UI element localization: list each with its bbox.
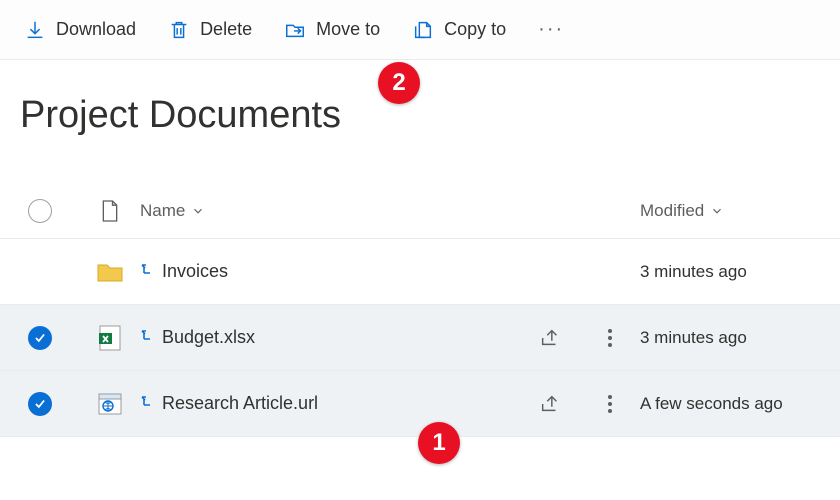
delete-button[interactable]: Delete: [154, 13, 266, 47]
modified-value: 3 minutes ago: [640, 328, 840, 348]
new-indicator-icon: [140, 393, 156, 414]
file-name-text: Research Article.url: [162, 393, 318, 414]
name-column-header[interactable]: Name: [140, 201, 520, 221]
move-to-label: Move to: [316, 19, 380, 40]
type-column-icon: [80, 199, 140, 223]
download-icon: [24, 19, 46, 41]
file-name[interactable]: Budget.xlsx: [140, 327, 520, 348]
file-list: Name Modified Invoices3 minutes agoBudge…: [0, 183, 840, 437]
file-name-text: Invoices: [162, 261, 228, 282]
download-label: Download: [56, 19, 136, 40]
modified-column-label: Modified: [640, 201, 704, 221]
folder-icon: [80, 261, 140, 283]
download-button[interactable]: Download: [10, 13, 150, 47]
file-name[interactable]: Research Article.url: [140, 393, 520, 414]
copy-to-icon: [412, 19, 434, 41]
url-icon: [80, 392, 140, 416]
chevron-down-icon: [710, 204, 724, 218]
command-toolbar: Download Delete Move to Copy to ···: [0, 0, 840, 60]
move-to-icon: [284, 19, 306, 41]
more-commands-button[interactable]: ···: [524, 12, 578, 47]
modified-value: A few seconds ago: [640, 394, 840, 414]
row-checkbox[interactable]: [0, 392, 80, 416]
copy-to-button[interactable]: Copy to: [398, 13, 520, 47]
row-more-button[interactable]: [580, 395, 640, 413]
share-button[interactable]: [520, 393, 580, 415]
row-checkbox[interactable]: [0, 326, 80, 350]
chevron-down-icon: [191, 204, 205, 218]
annotation-badge-2: 2: [378, 62, 420, 104]
file-name-text: Budget.xlsx: [162, 327, 255, 348]
xlsx-icon: [80, 324, 140, 352]
table-row[interactable]: Research Article.url A few seconds ago: [0, 371, 840, 437]
list-header-row: Name Modified: [0, 183, 840, 239]
delete-label: Delete: [200, 19, 252, 40]
new-indicator-icon: [140, 327, 156, 348]
modified-value: 3 minutes ago: [640, 262, 840, 282]
select-all-checkbox[interactable]: [0, 199, 80, 223]
annotation-badge-1: 1: [418, 422, 460, 464]
name-column-label: Name: [140, 201, 185, 221]
modified-column-header[interactable]: Modified: [640, 201, 840, 221]
move-to-button[interactable]: Move to: [270, 13, 394, 47]
row-more-button[interactable]: [580, 329, 640, 347]
page-title: Project Documents: [0, 60, 840, 165]
share-button[interactable]: [520, 327, 580, 349]
table-row[interactable]: Invoices 3 minutes ago: [0, 239, 840, 305]
table-row[interactable]: Budget.xlsx 3 minutes ago: [0, 305, 840, 371]
trash-icon: [168, 19, 190, 41]
copy-to-label: Copy to: [444, 19, 506, 40]
new-indicator-icon: [140, 261, 156, 282]
file-name[interactable]: Invoices: [140, 261, 520, 282]
